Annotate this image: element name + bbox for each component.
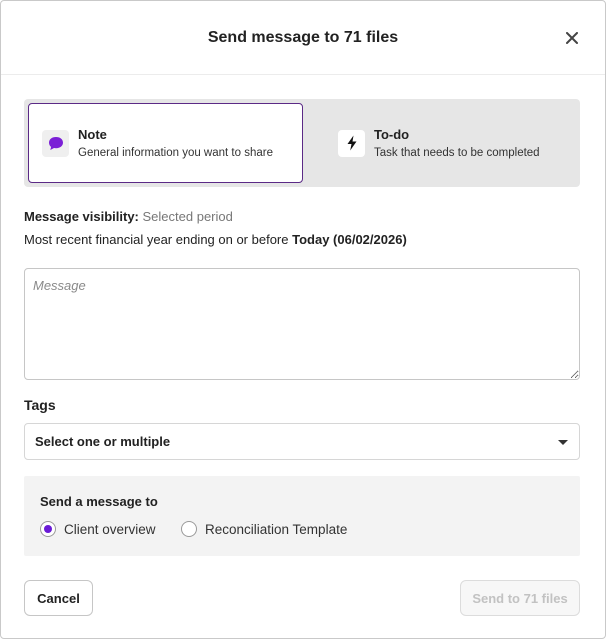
cancel-button[interactable]: Cancel [24, 580, 93, 616]
tags-dropdown-value: Select one or multiple [35, 434, 171, 449]
close-icon [566, 32, 578, 44]
message-type-todo[interactable]: To-do Task that needs to be completed [305, 103, 580, 183]
message-visibility: Message visibility: Selected period Most… [24, 205, 407, 251]
note-description: General information you want to share [78, 147, 273, 159]
radio-button-checked[interactable] [40, 521, 56, 537]
radio-button-unchecked[interactable] [181, 521, 197, 537]
message-type-note[interactable]: Note General information you want to sha… [28, 103, 303, 183]
tags-label: Tags [24, 397, 56, 413]
radio-label-client-overview: Client overview [64, 521, 156, 537]
visibility-value: Selected period [142, 209, 233, 224]
tags-dropdown[interactable]: Select one or multiple [24, 423, 580, 460]
send-to-title: Send a message to [40, 494, 158, 509]
dialog-header: Send message to 71 files [1, 1, 605, 75]
send-to-section: Send a message to Client overview Reconc… [24, 476, 580, 556]
lightning-bolt-icon [338, 129, 365, 157]
close-button[interactable] [563, 29, 581, 47]
speech-bubble-icon [42, 129, 69, 157]
dialog-title: Send message to 71 files [207, 28, 399, 46]
radio-client-overview[interactable]: Client overview [40, 521, 156, 537]
visibility-label: Message visibility: [24, 209, 139, 224]
visibility-date: Today (06/02/2026) [292, 232, 407, 247]
chevron-down-icon [558, 440, 568, 445]
radio-reconciliation-template[interactable]: Reconciliation Template [181, 521, 347, 537]
todo-description: Task that needs to be completed [374, 147, 540, 159]
radio-label-reconciliation-template: Reconciliation Template [205, 521, 348, 537]
message-textarea[interactable] [24, 268, 580, 380]
message-type-selector: Note General information you want to sha… [24, 99, 580, 187]
todo-title: To-do [374, 127, 410, 142]
note-title: Note [78, 127, 107, 142]
send-button[interactable]: Send to 71 files [460, 580, 580, 616]
send-message-dialog: Send message to 71 files Note General in… [0, 0, 606, 639]
visibility-description: Most recent financial year ending on or … [24, 232, 289, 247]
